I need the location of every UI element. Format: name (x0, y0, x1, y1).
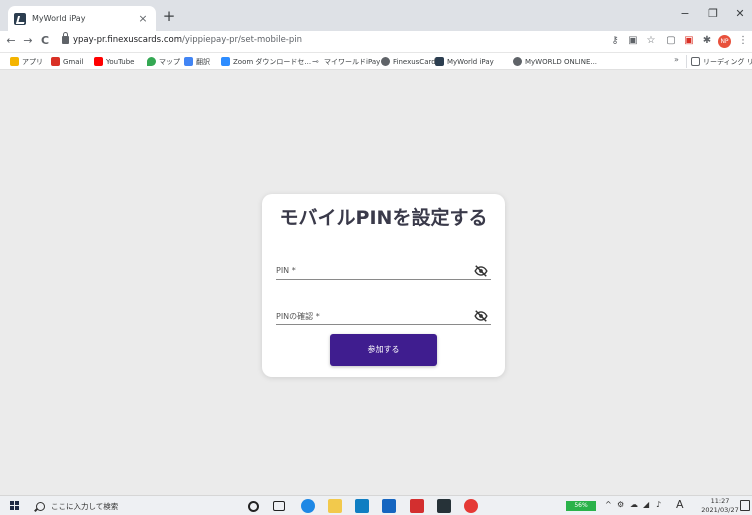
bookmark-myworld-ipay-jp[interactable]: ⊸ マイワールドiPay (312, 55, 380, 68)
bookmark-label: マップ (159, 57, 180, 66)
extensions-puzzle-icon[interactable]: ✱ (700, 34, 714, 48)
reading-list-label: リーディング リスト (703, 57, 752, 66)
edge-browser-icon[interactable] (301, 499, 315, 513)
bookmark-label: 翻訳 (196, 57, 210, 66)
taskbar: ここに入力して検索 56% ^ ⚙ ☁ ◢ ♪ A 11:27 2021/03/… (0, 495, 752, 515)
page-title: モバイルPINを設定する (279, 207, 488, 229)
window-close-button[interactable]: ✕ (728, 4, 752, 24)
myworld-favicon-icon (14, 12, 26, 25)
pin-field[interactable]: PIN * (276, 264, 491, 280)
back-button[interactable]: ← (4, 34, 18, 48)
bookmark-star-icon[interactable]: ☆ (644, 34, 658, 48)
key-icon: ⊸ (312, 57, 319, 66)
zoom-icon (221, 57, 230, 66)
bookmark-myworld-ipay[interactable]: MyWorld iPay (435, 55, 494, 68)
maps-pin-icon (147, 57, 156, 66)
store-icon[interactable] (437, 499, 451, 513)
tab-title: MyWorld iPay (32, 14, 86, 23)
volume-icon[interactable]: ♪ (656, 500, 661, 509)
notification-icon[interactable] (740, 500, 750, 511)
lock-icon[interactable] (62, 32, 69, 44)
globe-icon (513, 57, 522, 66)
browser-tab[interactable]: MyWorld iPay × (8, 6, 156, 31)
clock-time: 11:27 (710, 497, 730, 505)
extension-square-icon[interactable]: ▢ (664, 34, 678, 48)
page-content: モバイルPINを設定する PIN * PINの確認 * 参加する (0, 71, 752, 495)
task-view-icon[interactable] (273, 501, 285, 511)
tab-strip: MyWorld iPay × + − ❐ ✕ (0, 0, 752, 31)
lync-icon[interactable] (355, 499, 369, 513)
maximize-button[interactable]: ❐ (701, 4, 725, 24)
bookmark-label: YouTube (106, 57, 135, 66)
extension-red-icon[interactable]: ▣ (682, 34, 696, 48)
navigation-bar: ← → C ypay-pr.finexuscards.com/yippiepay… (0, 31, 752, 53)
wifi-icon[interactable]: ◢ (643, 500, 649, 509)
clock-date: 2021/03/27 (701, 506, 739, 514)
taskbar-search-placeholder: ここに入力して検索 (51, 501, 119, 511)
pin-confirm-field[interactable]: PINの確認 * (276, 309, 491, 325)
forward-button[interactable]: → (21, 34, 35, 48)
bookmark-label: Zoom ダウンロードセ... (233, 57, 312, 66)
bookmark-label: Gmail (63, 57, 84, 66)
translate-icon (184, 57, 193, 66)
profile-avatar[interactable]: NP (718, 35, 731, 48)
file-explorer-icon[interactable] (328, 499, 342, 513)
bookmark-translate[interactable]: 翻訳 (184, 55, 210, 68)
reading-list-icon (691, 57, 700, 66)
myworld-favicon-icon (435, 57, 444, 66)
tab-close-icon[interactable]: × (136, 12, 150, 25)
bookmark-zoom[interactable]: Zoom ダウンロードセ... (221, 55, 311, 68)
minimize-button[interactable]: − (673, 4, 697, 24)
globe-icon (381, 57, 390, 66)
bookmark-label: MyWorld iPay (447, 57, 494, 66)
windows-start-icon[interactable] (10, 501, 20, 511)
bookmark-myworld-online[interactable]: MyWORLD ONLINE... (513, 55, 597, 68)
youtube-icon (94, 57, 103, 66)
gmail-icon (51, 57, 60, 66)
mcafee-icon[interactable] (410, 499, 424, 513)
reading-list-button[interactable]: リーディング リスト (686, 55, 752, 68)
taskbar-clock[interactable]: 11:27 2021/03/27 (700, 497, 740, 515)
bookmark-apps[interactable]: アプリ (10, 55, 43, 68)
tray-chevron-icon[interactable]: ^ (605, 500, 612, 509)
url-host: ypay-pr.finexuscards.com (73, 35, 182, 45)
url-path: /yippiepay-pr/set-mobile-pin (181, 35, 303, 45)
bookmarks-overflow-button[interactable]: » (674, 55, 679, 64)
taskbar-search-box[interactable]: ここに入力して検索 (36, 498, 226, 514)
apps-grid-icon (10, 57, 19, 66)
pin-confirm-field-label: PINの確認 * (276, 312, 320, 321)
bookmark-gmail[interactable]: Gmail (51, 55, 83, 68)
cloud-icon[interactable]: ☁ (630, 500, 638, 509)
menu-kebab-icon[interactable]: ⋮ (736, 34, 750, 48)
tray-sync-icon[interactable]: ⚙ (617, 500, 624, 509)
mail-icon[interactable] (382, 499, 396, 513)
translate-icon[interactable]: ▣ (626, 34, 640, 48)
key-icon[interactable]: ⚷ (608, 34, 622, 48)
bookmark-label: マイワールドiPay (324, 57, 381, 66)
pin-field-label: PIN * (276, 266, 296, 275)
bookmark-youtube[interactable]: YouTube (94, 55, 134, 68)
bookmarks-bar: アプリ Gmail YouTube マップ 翻訳 Zoom ダウンロードセ...… (0, 53, 752, 70)
ime-indicator[interactable]: A (676, 498, 684, 511)
new-tab-button[interactable]: + (160, 7, 178, 25)
bookmark-label: アプリ (22, 57, 43, 66)
visibility-off-icon[interactable] (474, 309, 488, 323)
visibility-off-icon[interactable] (474, 264, 488, 278)
search-icon (36, 501, 45, 511)
bookmark-finexuscard[interactable]: FinexusCard (381, 55, 436, 68)
bookmark-maps[interactable]: マップ (147, 55, 180, 68)
submit-button[interactable]: 参加する (330, 334, 437, 366)
cortana-icon[interactable] (248, 501, 259, 512)
reload-button[interactable]: C (38, 34, 52, 48)
set-pin-card: モバイルPINを設定する PIN * PINの確認 * 参加する (262, 194, 505, 377)
chrome-icon[interactable] (464, 499, 478, 513)
battery-indicator[interactable]: 56% (566, 501, 596, 511)
address-bar[interactable]: ypay-pr.finexuscards.com/yippiepay-pr/se… (73, 35, 302, 45)
bookmark-label: MyWORLD ONLINE... (525, 57, 598, 66)
bookmark-label: FinexusCard (393, 57, 436, 66)
